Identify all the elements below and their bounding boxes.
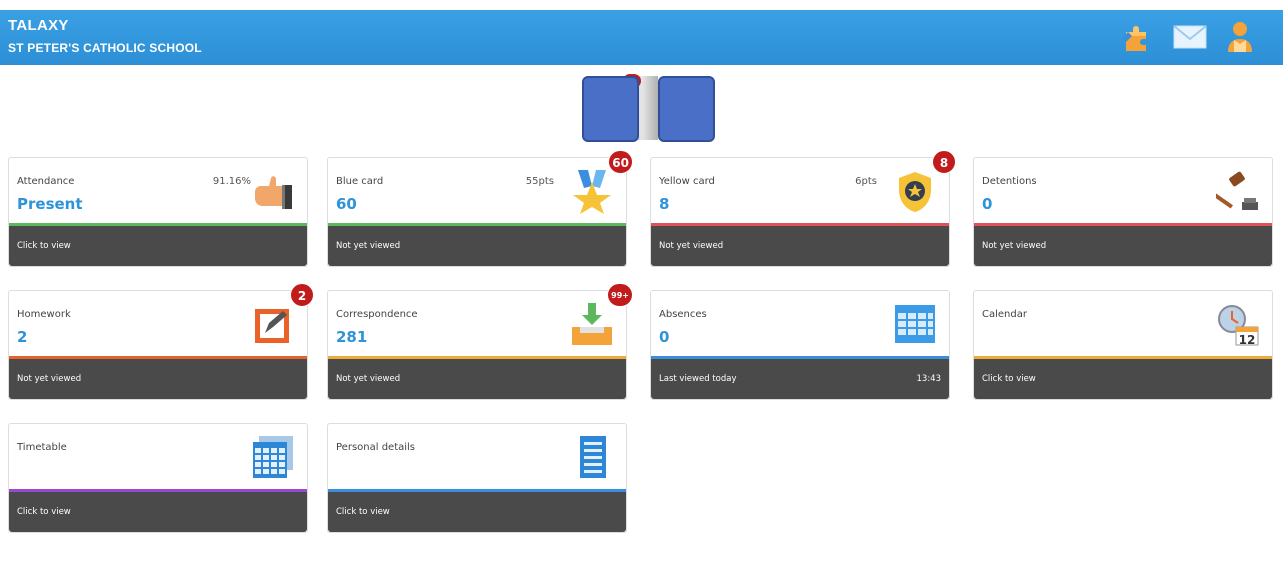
notification-badge: 99+ <box>607 283 633 307</box>
last-viewed-time: 13:43 <box>916 374 942 384</box>
thumbs-up-icon <box>251 168 295 214</box>
card-footer: Not yet viewed <box>651 226 949 266</box>
card-points: 6pts <box>855 176 877 187</box>
calendar-card[interactable]: Calendar 12 Click to view <box>973 290 1273 400</box>
student-switcher <box>582 74 722 144</box>
card-title: Homework <box>17 309 71 320</box>
card-footer: Click to view <box>974 359 1272 399</box>
blue-card-card[interactable]: Blue card 55pts 60 60 Not yet viewed <box>327 150 633 267</box>
calendar-clock-icon: 12 <box>1216 301 1260 347</box>
police-badge-icon <box>893 168 937 214</box>
card-footer: Not yet viewed <box>328 226 626 266</box>
student-avatar-2[interactable] <box>658 76 715 142</box>
card-value: 281 <box>336 328 368 346</box>
card-title: Correspondence <box>336 309 418 320</box>
puzzle-icon[interactable] <box>1120 18 1156 54</box>
correspondence-card[interactable]: Correspondence 281 99+ Not yet viewed <box>327 283 633 400</box>
school-name: ST PETER'S CATHOLIC SCHOOL <box>8 41 202 55</box>
document-icon <box>570 434 614 480</box>
notification-badge: 2 <box>290 283 314 307</box>
card-points: 55pts <box>525 176 554 187</box>
card-footer: Not yet viewed <box>328 359 626 399</box>
card-title: Timetable <box>17 442 67 453</box>
attendance-percent: 91.16% <box>212 176 251 187</box>
homework-icon <box>251 301 295 347</box>
card-footer: Not yet viewed <box>974 226 1272 266</box>
app-name: TALAXY <box>8 17 69 34</box>
card-value: 0 <box>659 328 670 346</box>
gavel-icon <box>1211 168 1260 214</box>
card-value: 8 <box>659 195 670 213</box>
detentions-card[interactable]: Detentions 0 Not yet viewed <box>973 157 1273 267</box>
user-icon[interactable] <box>1222 18 1258 54</box>
calendar-grid-icon <box>893 301 937 347</box>
medal-icon <box>570 168 614 214</box>
card-footer: Click to view <box>9 226 307 266</box>
card-title: Personal details <box>336 442 416 453</box>
card-title: Attendance <box>17 176 75 187</box>
personal-details-card[interactable]: Personal details Click to view <box>327 423 627 533</box>
card-footer: Not yet viewed <box>9 359 307 399</box>
notification-badge: 60 <box>608 150 633 174</box>
inbox-download-icon <box>570 301 614 347</box>
student-avatar-1[interactable] <box>582 76 639 142</box>
calendar-day-number: 12 <box>1239 333 1256 347</box>
card-title: Calendar <box>982 309 1027 320</box>
card-value: 60 <box>336 195 357 213</box>
attendance-card[interactable]: Attendance 91.16% Present Click to view <box>8 157 308 267</box>
card-value: 0 <box>982 195 993 213</box>
mail-icon[interactable] <box>1172 18 1208 54</box>
card-title: Absences <box>659 309 707 320</box>
card-title: Detentions <box>982 176 1037 187</box>
card-title: Blue card <box>336 176 384 187</box>
timetable-card[interactable]: Timetable Click to view <box>8 423 308 533</box>
card-footer: Last viewed today 13:43 <box>651 359 949 399</box>
timetable-icon <box>251 434 295 480</box>
absences-card[interactable]: Absences 0 Last viewed today 13:43 <box>650 290 950 400</box>
card-title: Yellow card <box>659 176 715 187</box>
card-footer: Click to view <box>328 492 626 532</box>
card-value: 2 <box>17 328 28 346</box>
card-value: Present <box>17 195 83 213</box>
top-bar: TALAXY ST PETER'S CATHOLIC SCHOOL <box>0 10 1283 65</box>
notification-badge: 8 <box>932 150 956 174</box>
card-footer: Click to view <box>9 492 307 532</box>
yellow-card-card[interactable]: Yellow card 6pts 8 8 Not yet viewed <box>650 150 956 267</box>
homework-card[interactable]: Homework 2 2 Not yet viewed <box>8 283 314 400</box>
